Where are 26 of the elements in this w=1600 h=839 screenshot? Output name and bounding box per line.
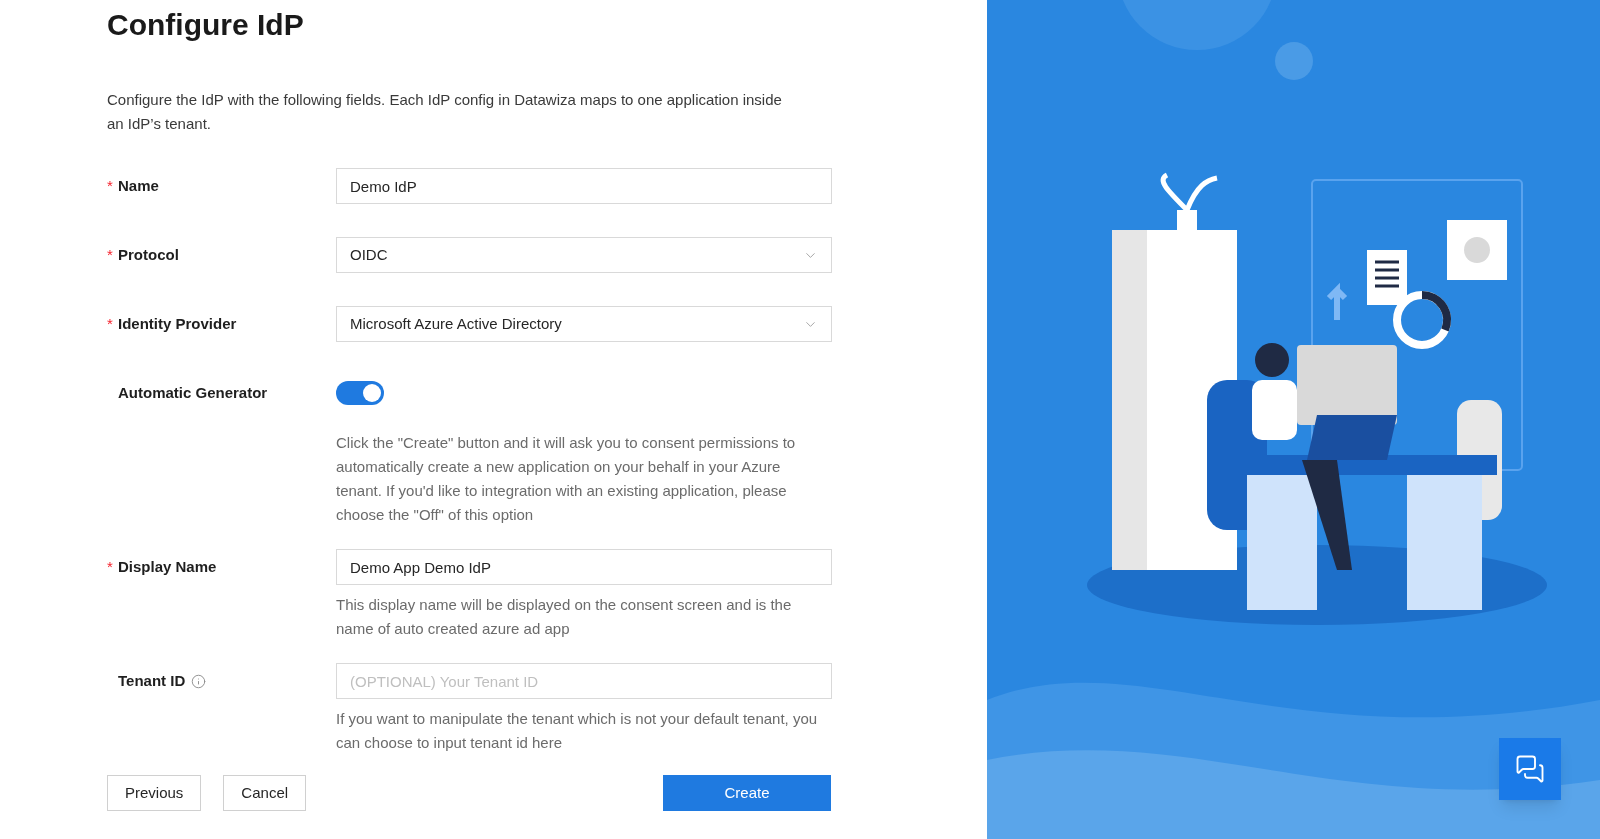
- required-mark: *: [107, 244, 114, 265]
- cancel-button[interactable]: Cancel: [223, 775, 307, 811]
- help-text: If you want to manipulate the tenant which is not your default tenant, you can choose to input tenant id here: [336, 709, 819, 753]
- required-mark: *: [107, 313, 114, 334]
- select-field[interactable]: OIDC: [336, 237, 832, 273]
- field-label: Identity Provider: [118, 313, 237, 334]
- toggle-switch[interactable]: [336, 381, 384, 405]
- chat-button[interactable]: [1499, 738, 1561, 800]
- field-label: Name: [118, 175, 159, 196]
- required-mark: *: [107, 556, 114, 577]
- help-text: Click the "Create" button and it will ask you to consent permissions to automatically create a new application on your behalf in your Azure tenant. If you'd like to integration with an existing application, please choose the "Off" of this option: [336, 433, 797, 525]
- field-label: Automatic Generator: [118, 382, 268, 403]
- text-field[interactable]: Demo App Demo IdP: [336, 549, 832, 585]
- chat-icon: [1515, 754, 1545, 784]
- field-label: Display Name: [118, 556, 217, 577]
- page-title: Configure IdP: [107, 7, 305, 43]
- field-label: Protocol: [118, 244, 179, 265]
- text-field[interactable]: Demo IdP: [336, 168, 832, 204]
- create-button[interactable]: Create: [663, 775, 831, 811]
- previous-button[interactable]: Previous: [107, 775, 202, 811]
- text-field[interactable]: (OPTIONAL) Your Tenant ID: [336, 663, 832, 699]
- field-label: Tenant ID: [118, 670, 186, 691]
- select-field[interactable]: Microsoft Azure Active Directory: [336, 306, 832, 342]
- help-text: This display name will be displayed on the consent screen and is the name of auto created azure ad app: [336, 595, 793, 639]
- required-mark: *: [107, 175, 114, 196]
- description-text: Configure the IdP with the following fields. Each IdP config in Datawiza maps to one application inside an IdP’s tenant.: [107, 90, 783, 134]
